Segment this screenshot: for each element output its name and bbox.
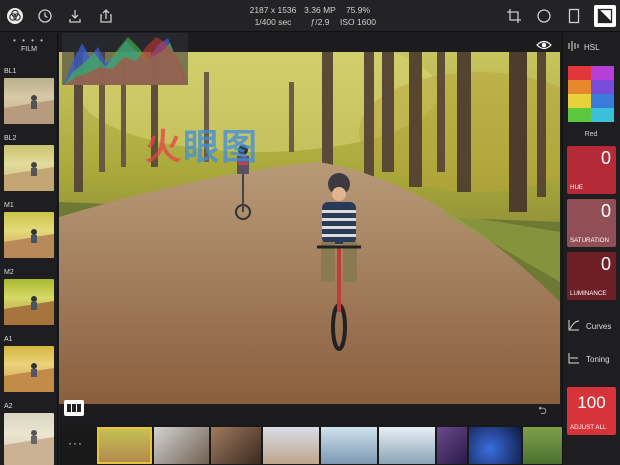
main-photo[interactable]: [59, 52, 560, 404]
preset-thumbnail: [4, 145, 54, 191]
share-icon[interactable]: [96, 6, 116, 26]
film-dots-icon[interactable]: • • • •: [0, 36, 58, 45]
frame-icon[interactable]: [564, 6, 584, 26]
hsl-label: HSL: [584, 42, 600, 52]
vignette-icon[interactable]: [534, 6, 554, 26]
curves-label: Curves: [586, 321, 612, 331]
strip-thumb-selected[interactable]: [97, 427, 152, 464]
preset-label: M1: [4, 202, 14, 209]
strip-thumb[interactable]: [469, 427, 521, 464]
meta-col-1: 2187 x 1536 1/400 sec: [248, 4, 298, 28]
preset-bl2[interactable]: BL2: [4, 133, 54, 191]
swatch-orange[interactable]: [568, 80, 591, 94]
undo-icon[interactable]: ⮌: [538, 402, 547, 421]
preset-label: A1: [4, 336, 13, 343]
preview-eye-icon[interactable]: [536, 38, 552, 56]
preset-thumbnail: [4, 78, 54, 124]
luminance-value: 0: [600, 254, 611, 274]
toning-icon: [568, 352, 580, 366]
strip-thumb[interactable]: [379, 427, 435, 464]
top-toolbar: 2187 x 1536 1/400 sec 3.36 MP ƒ/2.9 75.9…: [0, 0, 620, 32]
adjust-icon[interactable]: [594, 5, 616, 27]
swatch-yellow[interactable]: [568, 94, 591, 108]
iso-text: ISO 1600: [340, 17, 376, 27]
preset-thumbnail: [4, 413, 54, 465]
aperture-text: ƒ/2.9: [310, 17, 330, 27]
meta-col-2: 3.36 MP ƒ/2.9: [300, 4, 340, 28]
strip-thumb[interactable]: [523, 427, 562, 464]
strip-thumb[interactable]: [154, 427, 209, 464]
preset-thumbnail: [4, 346, 54, 392]
selected-color-label: Red: [584, 131, 598, 138]
swatch-purple[interactable]: [591, 80, 614, 94]
histogram-overlay[interactable]: [62, 33, 188, 85]
adjust-all-label: ADJUST ALL: [570, 424, 607, 431]
adjust-all-value: 100: [577, 393, 606, 412]
watermark-logo: 火眼图: [145, 126, 260, 167]
preset-m2[interactable]: M2: [4, 267, 54, 325]
curves-icon: [568, 319, 580, 333]
history-icon[interactable]: [35, 6, 55, 26]
hue-control[interactable]: 0 HUE: [567, 146, 616, 194]
preset-a2[interactable]: A2: [4, 401, 54, 465]
strip-thumb[interactable]: [263, 427, 319, 464]
swatch-magenta[interactable]: [591, 66, 614, 80]
preset-label: A2: [4, 403, 13, 410]
color-swatches[interactable]: [568, 66, 614, 122]
preset-m1[interactable]: M1: [4, 200, 54, 258]
more-options-button[interactable]: ···: [68, 436, 83, 450]
import-icon[interactable]: [65, 6, 85, 26]
zoom-text: 75.9%: [345, 5, 371, 15]
toning-tool[interactable]: Toning: [568, 352, 610, 366]
saturation-label: SATURATION: [570, 237, 609, 244]
app-logo-icon[interactable]: [5, 6, 25, 26]
swatch-red[interactable]: [568, 66, 591, 80]
meta-col-3: 75.9% ISO 1600: [338, 4, 378, 28]
preset-bl1[interactable]: BL1: [4, 66, 54, 124]
preset-label: BL1: [4, 68, 17, 75]
hsl-icon: [568, 41, 580, 53]
curves-tool[interactable]: Curves: [568, 319, 611, 333]
hsl-header[interactable]: HSL: [568, 41, 600, 53]
saturation-value: 0: [600, 201, 611, 221]
hue-label: HUE: [570, 184, 584, 191]
preset-label: M2: [4, 269, 14, 276]
swatch-green[interactable]: [568, 108, 591, 122]
strip-thumb[interactable]: [211, 427, 261, 464]
dimensions-text: 2187 x 1536: [249, 5, 297, 15]
hue-value: 0: [600, 148, 611, 168]
megapixels-text: 3.36 MP: [304, 5, 336, 15]
luminance-label: LUMINANCE: [570, 290, 607, 297]
film-label: FILM: [21, 46, 37, 53]
luminance-control[interactable]: 0 LUMINANCE: [567, 252, 616, 300]
toning-label: Toning: [586, 354, 610, 364]
adjust-all-control[interactable]: 100 ADJUST ALL: [567, 387, 616, 435]
preset-thumbnail: [4, 279, 54, 325]
preset-thumbnail: [4, 212, 54, 258]
compare-toggle-icon[interactable]: [64, 400, 84, 416]
swatch-aqua[interactable]: [591, 108, 614, 122]
shutter-text: 1/400 sec: [254, 17, 292, 27]
strip-thumb[interactable]: [437, 427, 467, 464]
preset-label: BL2: [4, 135, 17, 142]
swatch-blue[interactable]: [591, 94, 614, 108]
crop-icon[interactable]: [504, 6, 524, 26]
strip-thumb[interactable]: [321, 427, 377, 464]
preset-a1[interactable]: A1: [4, 334, 54, 392]
saturation-control[interactable]: 0 SATURATION: [567, 199, 616, 247]
